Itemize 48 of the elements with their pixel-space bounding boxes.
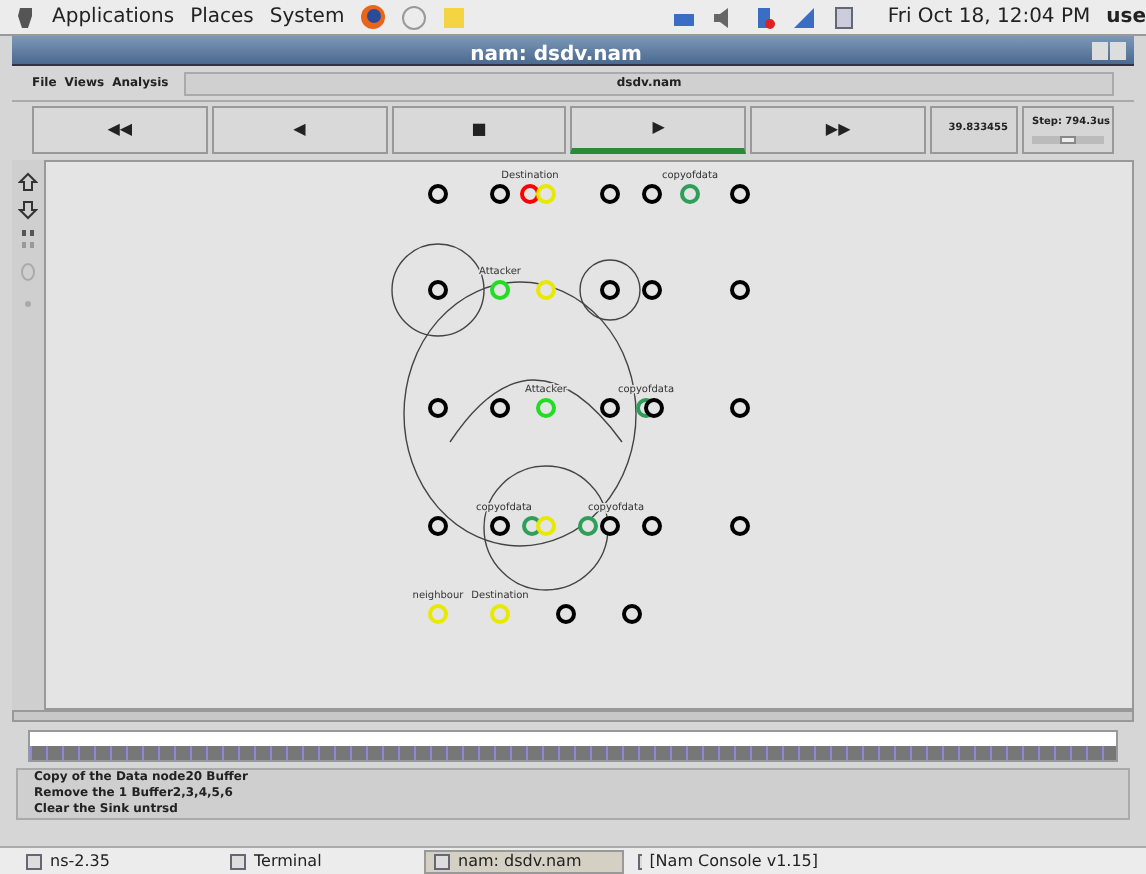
signal-icon[interactable] <box>791 5 816 29</box>
horizontal-scrollbar[interactable] <box>12 710 1134 722</box>
playback-button[interactable]: ◀ <box>211 106 388 154</box>
network-node[interactable] <box>490 184 510 204</box>
user-name[interactable]: use <box>1106 2 1146 32</box>
panel-menu[interactable]: Places <box>190 2 254 32</box>
slider-thumb[interactable] <box>1059 135 1076 144</box>
network-node[interactable] <box>730 184 750 204</box>
network-node[interactable] <box>642 184 662 204</box>
network-node[interactable] <box>520 184 540 204</box>
clock[interactable]: Fri Oct 18, 12:04 PM <box>887 2 1091 32</box>
playback-button[interactable]: ▶▶ <box>750 106 926 154</box>
network-node[interactable] <box>428 184 448 204</box>
network-node[interactable] <box>642 516 662 536</box>
panel-menu[interactable]: Applications <box>52 2 175 32</box>
network-node[interactable] <box>680 184 700 204</box>
network-node[interactable] <box>428 280 448 300</box>
network-node[interactable] <box>490 516 510 536</box>
network-node[interactable] <box>730 280 750 300</box>
globe-icon[interactable] <box>360 4 387 30</box>
network-node[interactable] <box>490 398 510 418</box>
timeline[interactable] <box>28 730 1118 762</box>
network-node[interactable] <box>730 516 750 536</box>
playback-button[interactable]: ▶ <box>570 106 747 154</box>
network-node[interactable] <box>600 280 620 300</box>
network-node[interactable] <box>622 604 642 624</box>
network-node[interactable] <box>556 604 576 624</box>
taskbar-button[interactable]: Terminal <box>220 849 420 873</box>
network-node[interactable] <box>428 398 448 418</box>
network-node[interactable] <box>600 398 620 418</box>
taskbar-button[interactable]: nam: dsdv.nam <box>424 849 624 873</box>
network-node[interactable] <box>600 516 620 536</box>
network-node[interactable] <box>642 280 662 300</box>
taskbar-button[interactable]: ns-2.35 <box>16 849 216 873</box>
grid-icon[interactable] <box>20 228 36 252</box>
network-node[interactable] <box>600 184 620 204</box>
zoom-in-icon[interactable] <box>18 172 38 192</box>
network-node[interactable] <box>730 398 750 418</box>
network-node[interactable] <box>644 398 664 418</box>
zoom-out-icon[interactable] <box>18 200 38 220</box>
taskbar-button[interactable]: [Nam Console v1.15] <box>628 849 828 873</box>
document-icon[interactable] <box>831 5 856 29</box>
panel-menu[interactable]: System <box>269 2 345 32</box>
window-title: nam: dsdv.nam <box>470 44 642 66</box>
network-node[interactable] <box>578 516 598 536</box>
network-node[interactable] <box>428 516 448 536</box>
playback-button[interactable]: ■ <box>391 106 567 154</box>
playback-button[interactable]: ◀◀ <box>32 106 208 154</box>
